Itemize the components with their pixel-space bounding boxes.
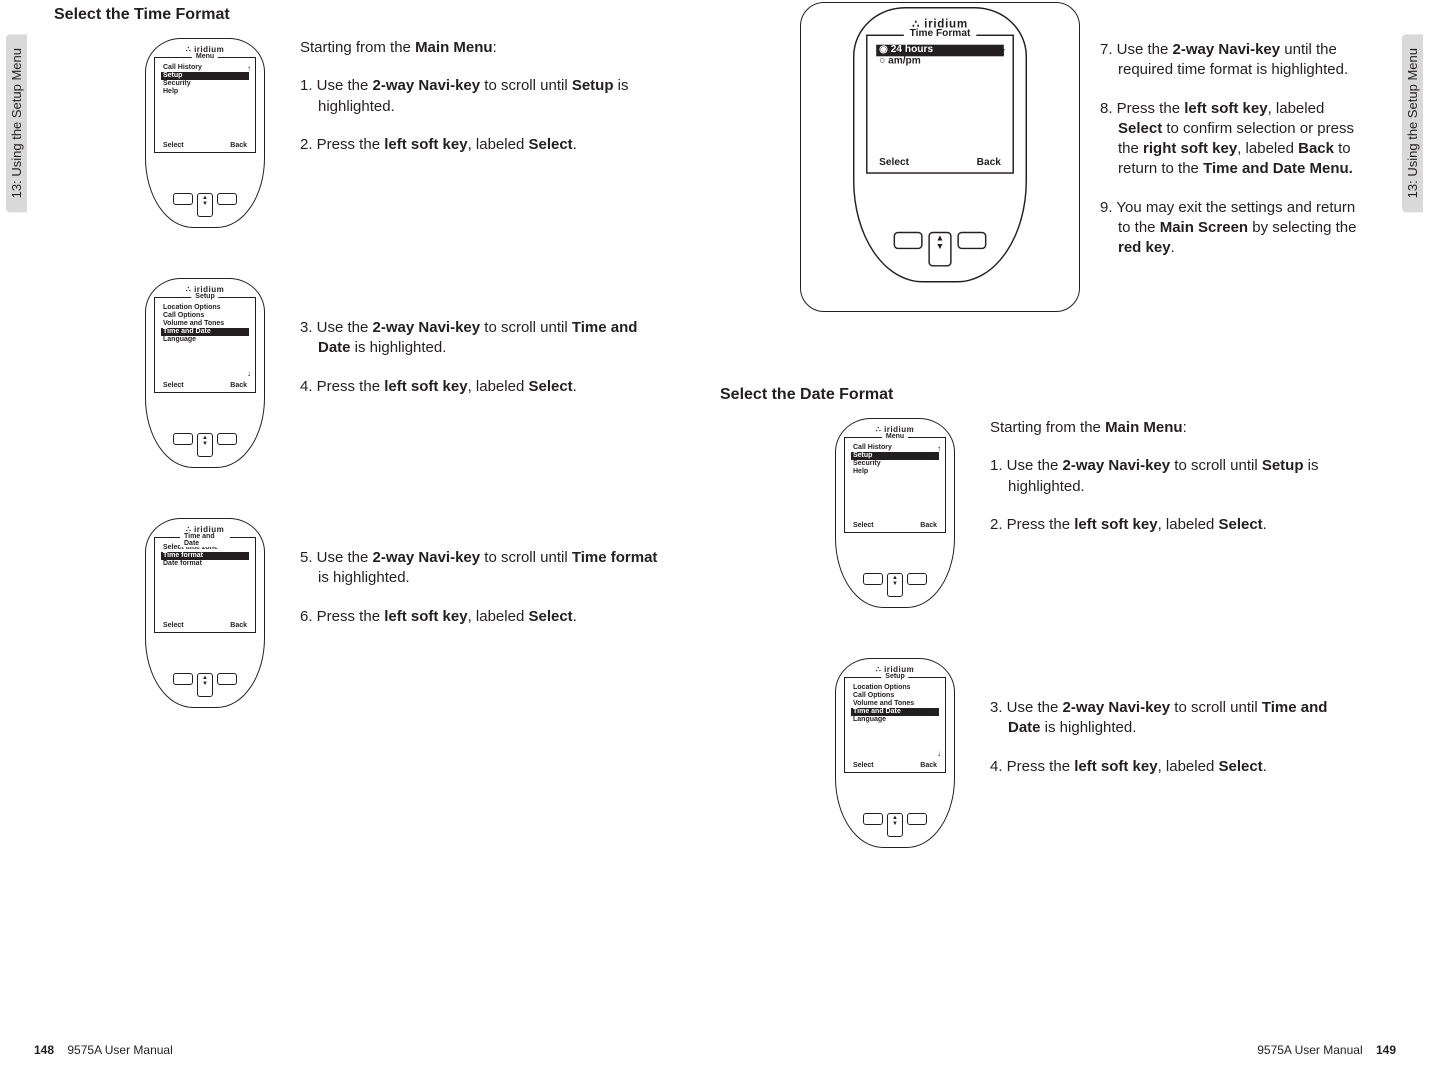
menu-item-highlighted: Time and Date [851, 708, 939, 716]
menu-item: Language [851, 716, 939, 724]
radio-option-selected: 24 hours [876, 45, 1004, 57]
scroll-up-icon: ↑ [247, 64, 251, 73]
menu-item: Language [161, 336, 249, 344]
scroll-up-icon: ↑ [1001, 45, 1007, 58]
softkey-left: Select [879, 158, 909, 168]
phone-illustration: iridium Setup Location Options Call Opti… [145, 278, 265, 468]
phone-illustration: iridium Time and Date Select time zone T… [145, 518, 265, 708]
phone-screen: Time and Date Select time zone Time form… [154, 537, 256, 633]
step-group-2: iridium Setup Location Options Call Opti… [140, 278, 710, 468]
softkey-left: Select [853, 762, 874, 769]
phone-screen: Menu ↑ Call History Setup Security Help … [154, 57, 256, 153]
phone-illustration: iridium Time Format ↑ 24 hours am/pm Sel… [853, 7, 1027, 283]
screen-title: Menu [192, 53, 218, 60]
menu-item: Call Options [851, 692, 939, 700]
menu-item: Volume and Tones [851, 700, 939, 708]
phone-illustration: iridium Menu ↑ Call History Setup Securi… [145, 38, 265, 228]
menu-item-highlighted: Setup [851, 452, 939, 460]
instruction-text: 5. Use the 2-way Navi-key to scroll unti… [300, 518, 660, 645]
radio-option: am/pm [876, 56, 1004, 68]
page-148: Select the Time Format iridium Menu ↑ Ca… [30, 0, 710, 1071]
heading-time-format: Select the Time Format [54, 6, 710, 24]
side-tab-right: 13: Using the Setup Menu [1402, 34, 1423, 212]
scroll-up-icon: ↑ [937, 444, 941, 453]
step-group-3: iridium Time and Date Select time zone T… [140, 518, 710, 708]
menu-item: Security [851, 460, 939, 468]
instruction-text: 3. Use the 2-way Navi-key to scroll unti… [990, 658, 1350, 795]
phone-illustration: iridium Menu ↑ Call History Setup Securi… [835, 418, 955, 608]
scroll-down-icon: ↓ [937, 749, 941, 758]
menu-item: Security [161, 80, 249, 88]
heading-date-format: Select the Date Format [720, 386, 1400, 404]
softkey-left: Select [163, 622, 184, 629]
phone-frame-large: iridium Time Format ↑ 24 hours am/pm Sel… [800, 2, 1080, 312]
step-group-r2: iridium Setup Location Options Call Opti… [830, 658, 1400, 848]
page-149: iridium Time Format ↑ 24 hours am/pm Sel… [720, 0, 1400, 1071]
instruction-text: Starting from the Main Menu: 1. Use the … [300, 38, 660, 173]
softkey-right: Back [920, 522, 937, 529]
menu-item: Date format [161, 560, 249, 568]
phone-screen: Setup Location Options Call Options Volu… [154, 297, 256, 393]
screen-title: Menu [882, 433, 908, 440]
menu-item-highlighted: Setup [161, 72, 249, 80]
instruction-text: 3. Use the 2-way Navi-key to scroll unti… [300, 278, 660, 415]
screen-title: Setup [881, 673, 908, 680]
keypad: ▲▼ [854, 232, 1025, 267]
side-tab-left: 13: Using the Setup Menu [6, 34, 27, 212]
phone-illustration: iridium Setup Location Options Call Opti… [835, 658, 955, 848]
softkey-right: Back [977, 158, 1001, 168]
page-footer: 148 9575A User Manual [34, 1043, 173, 1057]
keypad: ▲▼ [146, 433, 264, 457]
menu-item: Call Options [161, 312, 249, 320]
keypad: ▲▼ [146, 193, 264, 217]
screen-title: Setup [191, 293, 218, 300]
menu-item-highlighted: Time and Date [161, 328, 249, 336]
scroll-down-icon: ↓ [247, 369, 251, 378]
softkey-left: Select [163, 382, 184, 389]
instruction-text: Starting from the Main Menu: 1. Use the … [990, 418, 1350, 553]
step-group-1: iridium Menu ↑ Call History Setup Securi… [140, 38, 710, 228]
menu-item: Call History [851, 444, 939, 452]
menu-item: Volume and Tones [161, 320, 249, 328]
softkey-left: Select [163, 142, 184, 149]
softkey-right: Back [920, 762, 937, 769]
softkey-left: Select [853, 522, 874, 529]
menu-item: Help [851, 468, 939, 476]
softkey-right: Back [230, 622, 247, 629]
phone-screen: Menu ↑ Call History Setup Security Help … [844, 437, 946, 533]
menu-item-highlighted: Time format [161, 552, 249, 560]
screen-title: Time Format [904, 29, 976, 39]
softkey-right: Back [230, 142, 247, 149]
step-group-r1: iridium Menu ↑ Call History Setup Securi… [830, 418, 1400, 608]
softkey-right: Back [230, 382, 247, 389]
phone-screen: Time Format ↑ 24 hours am/pm SelectBack [866, 35, 1014, 174]
keypad: ▲▼ [146, 673, 264, 697]
keypad: ▲▼ [836, 813, 954, 837]
phone-screen: Setup Location Options Call Options Volu… [844, 677, 946, 773]
page-footer: 9575A User Manual 149 [1257, 1043, 1396, 1057]
menu-item: Help [161, 88, 249, 96]
screen-title: Time and Date [180, 533, 230, 547]
instruction-text: 7. Use the 2-way Navi-key until the requ… [1100, 40, 1370, 276]
keypad: ▲▼ [836, 573, 954, 597]
menu-item: Location Options [161, 304, 249, 312]
menu-item: Call History [161, 64, 249, 72]
menu-item: Location Options [851, 684, 939, 692]
